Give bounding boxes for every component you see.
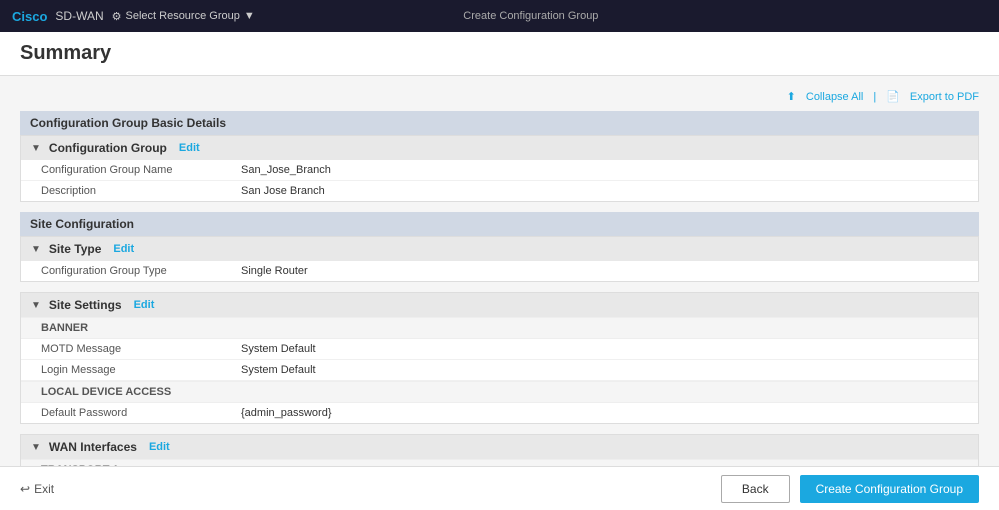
config-group-body: Configuration Group Name San_Jose_Branch…	[21, 160, 978, 201]
table-row: MOTD Message System Default	[21, 339, 978, 360]
site-settings-body: BANNER MOTD Message System Default Login…	[21, 317, 978, 423]
back-button[interactable]: Back	[721, 475, 790, 503]
wan-interfaces-card: ▼ WAN Interfaces Edit TRANSPORT 1 Name I…	[20, 434, 979, 466]
bottom-bar: ↩ Exit Back Create Configuration Group	[0, 466, 999, 510]
table-row: Configuration Group Name San_Jose_Branch	[21, 160, 978, 181]
field-label-default-pwd: Default Password	[41, 407, 241, 419]
config-group-edit-link[interactable]: Edit	[179, 142, 200, 154]
section-action-row: ⬆ Collapse All | 📄 Export to PDF	[20, 86, 979, 107]
top-navigation: Cisco SD-WAN ⚙ Select Resource Group ▼ C…	[0, 0, 999, 32]
expand-site-type-icon[interactable]: ▼	[31, 244, 41, 255]
field-label-config-type: Configuration Group Type	[41, 265, 241, 277]
transport1-subsection-header: TRANSPORT 1	[21, 459, 978, 466]
wan-interfaces-body: TRANSPORT 1 Name Internet Type public-in…	[21, 459, 978, 466]
local-device-subsection-header: LOCAL DEVICE ACCESS	[21, 381, 978, 403]
expand-wan-interfaces-icon[interactable]: ▼	[31, 442, 41, 453]
config-group-card-header: ▼ Configuration Group Edit	[21, 136, 978, 160]
table-row: Configuration Group Type Single Router	[21, 261, 978, 281]
exit-button[interactable]: ↩ Exit	[20, 482, 54, 496]
bottom-right-buttons: Back Create Configuration Group	[721, 475, 979, 503]
main-content: ⬆ Collapse All | 📄 Export to PDF Configu…	[0, 76, 999, 466]
wan-interfaces-label: WAN Interfaces	[49, 440, 137, 454]
field-value-motd: System Default	[241, 343, 316, 355]
export-icon: 📄	[886, 90, 900, 103]
exit-label: Exit	[34, 482, 54, 496]
site-type-edit-link[interactable]: Edit	[113, 243, 134, 255]
field-label-description: Description	[41, 185, 241, 197]
cisco-logo: Cisco	[12, 9, 47, 24]
wan-interfaces-edit-link[interactable]: Edit	[149, 441, 170, 453]
field-label-group-name: Configuration Group Name	[41, 164, 241, 176]
site-configuration-title: Site Configuration	[30, 217, 134, 231]
config-group-label: Configuration Group	[49, 141, 167, 155]
field-value-description: San Jose Branch	[241, 185, 325, 197]
site-settings-header: ▼ Site Settings Edit	[21, 293, 978, 317]
site-type-label: Site Type	[49, 242, 101, 256]
gear-icon: ⚙	[112, 10, 122, 23]
table-row: Login Message System Default	[21, 360, 978, 381]
collapse-icon: ⬆	[787, 90, 796, 103]
site-type-body: Configuration Group Type Single Router	[21, 261, 978, 281]
site-settings-edit-link[interactable]: Edit	[134, 299, 155, 311]
site-type-header: ▼ Site Type Edit	[21, 237, 978, 261]
site-settings-label: Site Settings	[49, 298, 122, 312]
field-value-default-pwd: {admin_password}	[241, 407, 332, 419]
page-header: Summary	[0, 32, 999, 76]
field-label-motd: MOTD Message	[41, 343, 241, 355]
separator: |	[873, 91, 876, 103]
config-group-card: ▼ Configuration Group Edit Configuration…	[20, 135, 979, 202]
site-configuration-header: Site Configuration	[20, 212, 979, 236]
top-nav-left: Cisco SD-WAN ⚙ Select Resource Group ▼	[12, 9, 255, 24]
banner-subsection-header: BANNER	[21, 317, 978, 339]
resource-group-selector[interactable]: ⚙ Select Resource Group ▼	[112, 10, 255, 23]
site-type-card: ▼ Site Type Edit Configuration Group Typ…	[20, 236, 979, 282]
expand-site-settings-icon[interactable]: ▼	[31, 300, 41, 311]
app-name: SD-WAN	[55, 9, 103, 23]
top-nav-center-label: Create Configuration Group	[463, 10, 598, 22]
create-config-group-button[interactable]: Create Configuration Group	[800, 475, 979, 503]
field-value-group-name: San_Jose_Branch	[241, 164, 331, 176]
config-group-basic-details-header: Configuration Group Basic Details	[20, 111, 979, 135]
section-actions: ⬆ Collapse All | 📄 Export to PDF	[787, 90, 979, 103]
field-value-login-msg: System Default	[241, 364, 316, 376]
field-label-login-msg: Login Message	[41, 364, 241, 376]
table-row: Description San Jose Branch	[21, 181, 978, 201]
chevron-down-icon: ▼	[244, 10, 255, 22]
export-to-pdf-button[interactable]: Export to PDF	[910, 91, 979, 103]
page-title: Summary	[20, 42, 979, 65]
resource-group-label[interactable]: Select Resource Group	[126, 10, 240, 22]
field-value-config-type: Single Router	[241, 265, 308, 277]
exit-icon: ↩	[20, 482, 30, 496]
wan-interfaces-header: ▼ WAN Interfaces Edit	[21, 435, 978, 459]
table-row: Default Password {admin_password}	[21, 403, 978, 423]
expand-config-group-icon[interactable]: ▼	[31, 143, 41, 154]
basic-details-title: Configuration Group Basic Details	[30, 116, 226, 130]
collapse-all-button[interactable]: Collapse All	[806, 91, 863, 103]
site-settings-card: ▼ Site Settings Edit BANNER MOTD Message…	[20, 292, 979, 424]
